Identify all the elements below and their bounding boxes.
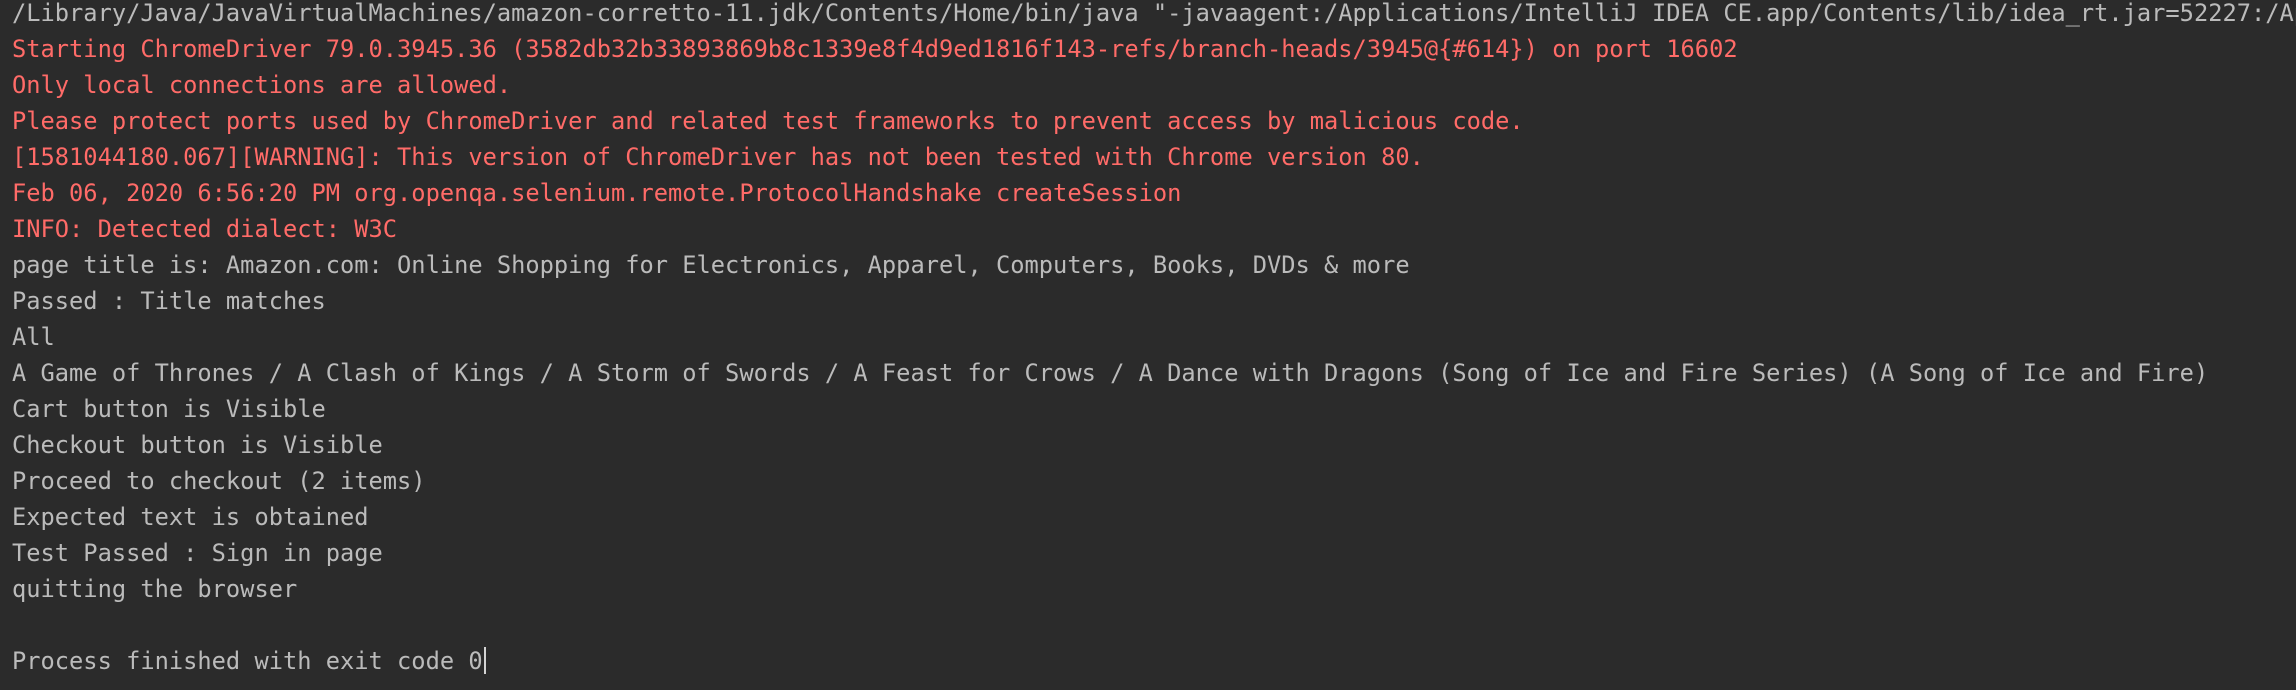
console-line-cart-visible: Cart button is Visible <box>12 395 326 423</box>
console-line-expected-text: Expected text is obtained <box>12 503 369 531</box>
console-line-java-command: /Library/Java/JavaVirtualMachines/amazon… <box>12 0 2296 27</box>
console-line-detected-dialect: INFO: Detected dialect: W3C <box>12 215 398 243</box>
console-line-exit-code: Process finished with exit code 0 <box>12 643 2296 679</box>
console-line-checkout-visible: Checkout button is Visible <box>12 431 383 459</box>
run-console-output[interactable]: /Library/Java/JavaVirtualMachines/amazon… <box>0 0 2296 690</box>
console-line-quitting-browser: quitting the browser <box>12 575 298 603</box>
console-line-page-title: page title is: Amazon.com: Online Shoppi… <box>12 251 1410 279</box>
exit-code-text: Process finished with exit code 0 <box>12 647 483 675</box>
console-line-protocol-handshake: Feb 06, 2020 6:56:20 PM org.openqa.selen… <box>12 179 1182 207</box>
console-line-version-warning: [1581044180.067][WARNING]: This version … <box>12 143 1424 171</box>
text-cursor <box>483 647 486 674</box>
console-line-book-title: A Game of Thrones / A Clash of Kings / A… <box>12 359 2209 387</box>
console-line-title-matches: Passed : Title matches <box>12 287 326 315</box>
console-line-local-connections: Only local connections are allowed. <box>12 71 512 99</box>
console-line-chromedriver-start: Starting ChromeDriver 79.0.3945.36 (3582… <box>12 35 1738 63</box>
console-line-all: All <box>12 323 55 351</box>
console-line-protect-ports: Please protect ports used by ChromeDrive… <box>12 107 1524 135</box>
console-lines: /Library/Java/JavaVirtualMachines/amazon… <box>12 0 2296 679</box>
console-line-sign-in-passed: Test Passed : Sign in page <box>12 539 383 567</box>
console-line-proceed-checkout: Proceed to checkout (2 items) <box>12 467 426 495</box>
